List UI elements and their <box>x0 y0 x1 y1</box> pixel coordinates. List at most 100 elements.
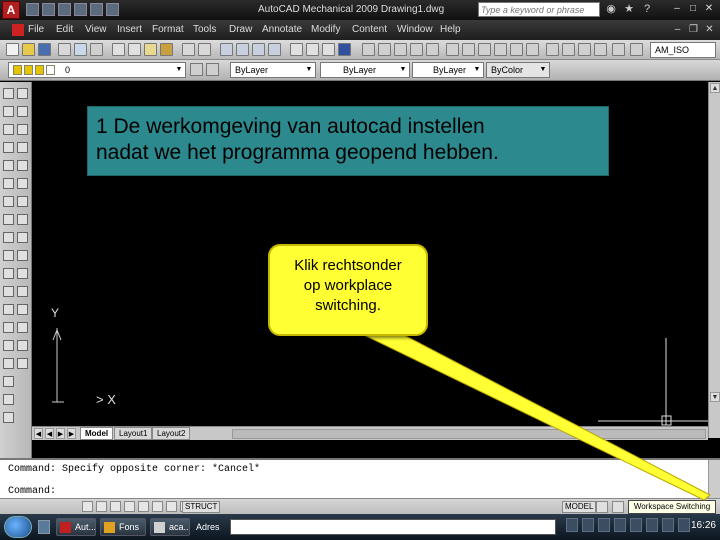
move-tool-icon[interactable] <box>17 178 28 189</box>
scroll-down-icon[interactable]: ▼ <box>710 392 720 402</box>
stretch-icon[interactable] <box>17 232 28 243</box>
zoom-realtime-icon[interactable] <box>236 43 249 56</box>
gradient-icon[interactable] <box>3 358 14 369</box>
tray-icon-6[interactable] <box>646 518 658 532</box>
command-window[interactable]: Command: Specify opposite corner: *Cance… <box>0 458 720 500</box>
prev-tab-icon[interactable]: ◀ <box>45 428 54 439</box>
menu-help[interactable]: Help <box>440 24 461 35</box>
dimension-icon[interactable] <box>462 43 475 56</box>
open-file-icon[interactable] <box>22 43 35 56</box>
rotate-icon[interactable] <box>17 196 28 207</box>
quickview-drawings-icon[interactable] <box>612 501 624 513</box>
perpendicular-icon[interactable] <box>594 43 607 56</box>
redo-icon[interactable] <box>106 3 119 16</box>
vertical-scrollbar[interactable]: ▲ ▼ <box>708 82 720 438</box>
ellipse-icon[interactable] <box>3 250 14 261</box>
taskbar-item-autocad[interactable]: Aut... <box>56 518 96 536</box>
tray-icon-4[interactable] <box>614 518 626 532</box>
menu-view[interactable]: View <box>85 24 107 35</box>
construction-line-icon[interactable] <box>546 43 559 56</box>
menu-insert[interactable]: Insert <box>117 24 142 35</box>
print-icon[interactable] <box>58 43 71 56</box>
undo-icon[interactable] <box>90 3 103 16</box>
make-current-layer-icon[interactable] <box>190 63 203 76</box>
circle-icon[interactable] <box>3 196 14 207</box>
light-bulb-icon[interactable] <box>13 65 22 75</box>
paste-icon[interactable] <box>144 43 157 56</box>
menu-tools[interactable]: Tools <box>193 24 216 35</box>
arc-icon[interactable] <box>3 178 14 189</box>
menu-annotate[interactable]: Annotate <box>262 24 302 35</box>
tray-icon-8[interactable] <box>678 518 690 532</box>
redo-tool-icon[interactable] <box>198 43 211 56</box>
help-tool-icon[interactable] <box>338 43 351 56</box>
chevron-down-icon[interactable]: ▼ <box>398 64 408 76</box>
properties-icon[interactable] <box>290 43 303 56</box>
undo-tool-icon[interactable] <box>182 43 195 56</box>
design-center-icon[interactable] <box>306 43 319 56</box>
move-icon[interactable] <box>17 88 28 99</box>
make-block-icon[interactable] <box>3 304 14 315</box>
save-icon[interactable] <box>58 3 71 16</box>
polygon-icon[interactable] <box>3 142 14 153</box>
standard-style-select[interactable]: AM_ISO <box>650 42 716 58</box>
plot-icon[interactable] <box>74 3 87 16</box>
point-icon[interactable] <box>3 322 14 333</box>
last-tab-icon[interactable]: ▶ <box>67 428 76 439</box>
ortho-icon[interactable] <box>110 501 121 512</box>
mirror-icon[interactable] <box>17 124 28 135</box>
zoom-window-icon[interactable] <box>252 43 265 56</box>
color-swatch-icon[interactable] <box>46 65 55 75</box>
document-icon[interactable] <box>12 24 24 36</box>
tab-model[interactable]: Model <box>80 427 114 440</box>
taskbar-item-fons[interactable]: Fons <box>100 518 146 536</box>
join-icon[interactable] <box>17 304 28 315</box>
ellipse-arc-icon[interactable] <box>3 268 14 279</box>
otrack-icon[interactable] <box>152 501 163 512</box>
plot-preview-icon[interactable] <box>74 43 87 56</box>
tab-layout1[interactable]: Layout1 <box>114 427 153 440</box>
menu-draw[interactable]: Draw <box>229 24 252 35</box>
zoom-previous-icon[interactable] <box>268 43 281 56</box>
spline-icon[interactable] <box>3 232 14 243</box>
tray-icon-2[interactable] <box>582 518 594 532</box>
save-file-icon[interactable] <box>38 43 51 56</box>
doc-close-icon[interactable]: ✕ <box>703 23 716 36</box>
chevron-down-icon[interactable]: ▼ <box>174 64 184 76</box>
doc-restore-icon[interactable]: ❐ <box>687 23 700 36</box>
polyline-icon[interactable] <box>3 124 14 135</box>
scroll-up-icon[interactable]: ▲ <box>710 83 720 93</box>
layer-group-icon[interactable] <box>378 43 391 56</box>
tray-icon-1[interactable] <box>566 518 578 532</box>
revcloud-icon[interactable] <box>3 214 14 225</box>
insert-block-icon[interactable] <box>3 286 14 297</box>
hatch-icon[interactable] <box>3 340 14 351</box>
chamfer-icon[interactable] <box>17 322 28 333</box>
linetype-select[interactable]: ByLayer ▼ <box>320 62 410 78</box>
struct-toggle[interactable]: STRUCT <box>182 501 221 513</box>
copy-icon[interactable] <box>128 43 141 56</box>
model-space-toggle[interactable]: MODEL <box>562 501 597 513</box>
new-icon[interactable] <box>26 3 39 16</box>
array-icon[interactable] <box>17 160 28 171</box>
line-icon[interactable] <box>3 88 14 99</box>
parts-list-icon[interactable] <box>526 43 539 56</box>
workspace-switching-tooltip[interactable]: Workspace Switching <box>628 500 716 514</box>
tangent-icon[interactable] <box>578 43 591 56</box>
region-icon[interactable] <box>3 376 14 387</box>
next-tab-icon[interactable]: ▶ <box>56 428 65 439</box>
menu-window[interactable]: Window <box>397 24 433 35</box>
cut-icon[interactable] <box>112 43 125 56</box>
trim-icon[interactable] <box>17 250 28 261</box>
menu-content[interactable]: Content <box>352 24 387 35</box>
first-tab-icon[interactable]: ◀ <box>34 428 43 439</box>
autocad-logo-icon[interactable]: A <box>2 1 20 19</box>
plotstyle-select[interactable]: ByColor ▼ <box>486 62 550 78</box>
style-icon[interactable] <box>630 43 643 56</box>
ducs-icon[interactable] <box>166 501 177 512</box>
tray-icon-5[interactable] <box>630 518 642 532</box>
structure-icon[interactable] <box>362 43 375 56</box>
menu-edit[interactable]: Edit <box>56 24 73 35</box>
linetype-scale-icon[interactable] <box>446 43 459 56</box>
menu-modify[interactable]: Modify <box>311 24 340 35</box>
